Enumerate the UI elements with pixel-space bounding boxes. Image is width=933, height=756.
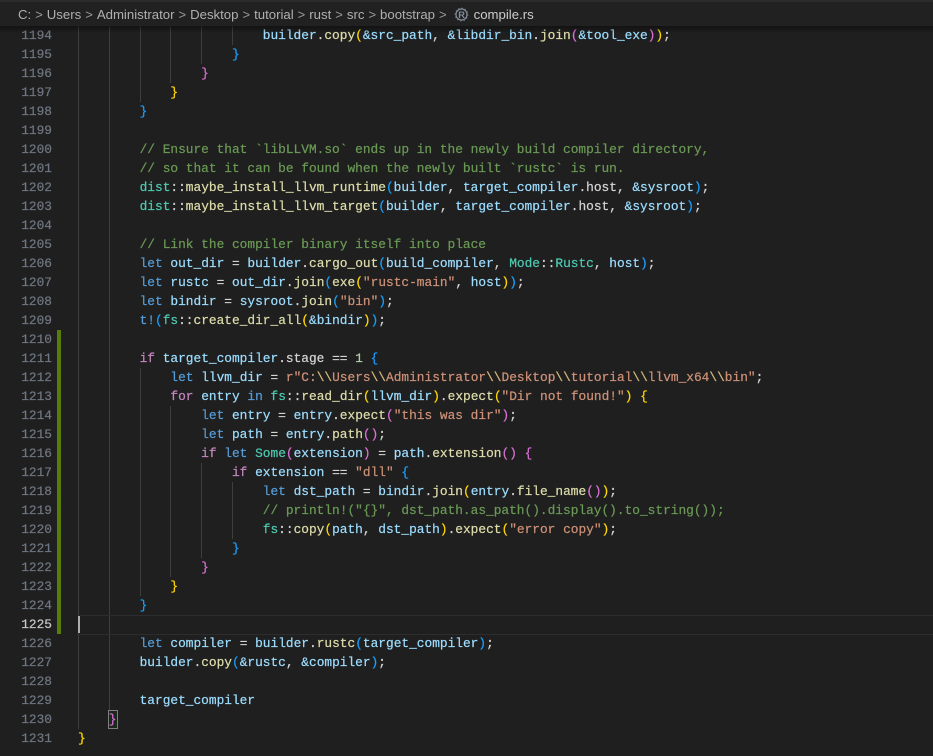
svg-text:R: R <box>458 9 465 19</box>
